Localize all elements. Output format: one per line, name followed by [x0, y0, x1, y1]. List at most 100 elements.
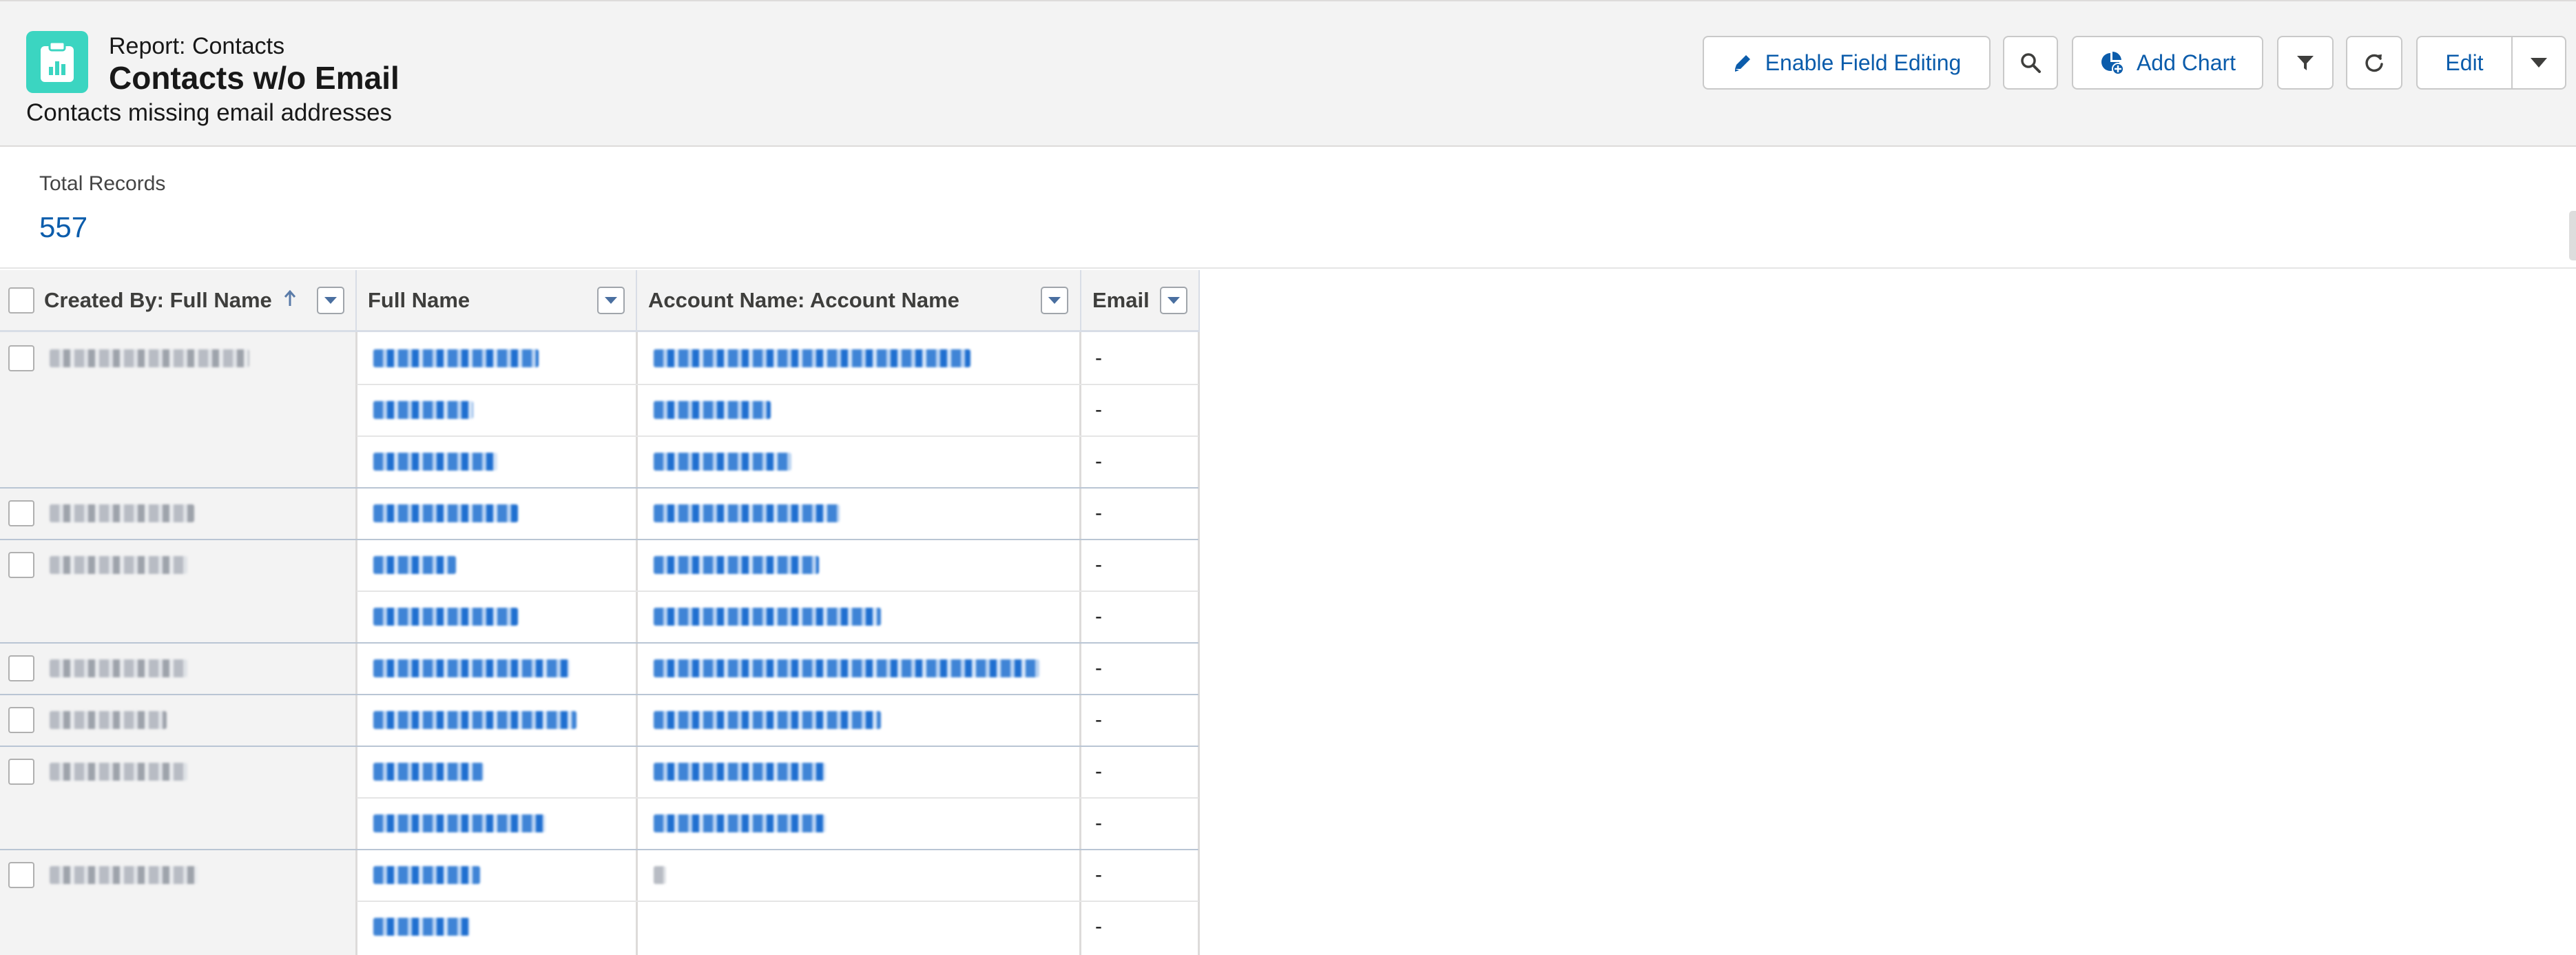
full-name-cell[interactable]: [358, 797, 636, 849]
column-header-full-name[interactable]: Full Name: [357, 270, 637, 332]
add-chart-label: Add Chart: [2136, 50, 2236, 75]
row-checkbox[interactable]: [8, 861, 34, 888]
total-records-label: Total Records: [39, 172, 166, 195]
redacted-text: [373, 659, 570, 677]
email-cell: -: [1081, 694, 1198, 746]
page-header: Report: Contacts Contacts w/o Email Cont…: [0, 0, 2576, 147]
row-checkbox[interactable]: [8, 345, 34, 371]
page-title: Contacts w/o Email: [109, 60, 399, 96]
edit-button[interactable]: Edit: [2416, 36, 2513, 90]
redacted-text: [373, 865, 480, 884]
summary-divider: [0, 267, 2576, 269]
side-panel-handle[interactable]: [2569, 211, 2576, 260]
column-menu-chevron-icon[interactable]: [1041, 287, 1068, 314]
account-name-cell[interactable]: [638, 435, 1079, 487]
email-cell: -: [1081, 642, 1198, 694]
account-name-cell[interactable]: [638, 642, 1079, 694]
full-name-cell[interactable]: [358, 694, 636, 746]
report-description: Contacts missing email addresses: [26, 99, 393, 126]
filter-button[interactable]: [2277, 36, 2334, 90]
redacted-text: [50, 710, 167, 729]
redacted-text: [654, 762, 826, 781]
redacted-text: [654, 659, 1039, 677]
redacted-text: [373, 400, 473, 419]
full-name-cell[interactable]: [358, 746, 636, 797]
full-name-cell[interactable]: [358, 642, 636, 694]
report-clipboard-icon: [26, 31, 88, 93]
email-value: -: [1095, 604, 1102, 628]
redacted-text: [654, 555, 819, 574]
account-name-cell[interactable]: [638, 591, 1079, 642]
email-value: -: [1095, 501, 1102, 524]
column-header-label: Full Name: [368, 287, 470, 312]
group-cell: [0, 332, 355, 384]
full-name-cell[interactable]: [358, 435, 636, 487]
redacted-text: [654, 452, 791, 471]
column-divider: [1198, 332, 1200, 955]
redacted-text: [654, 504, 840, 522]
full-name-cell[interactable]: [358, 332, 636, 384]
email-cell: -: [1081, 332, 1198, 384]
redacted-text: [50, 349, 249, 367]
redacted-text: [373, 555, 456, 574]
select-all-checkbox[interactable]: [8, 287, 34, 314]
column-header-account-name[interactable]: Account Name: Account Name: [637, 270, 1081, 332]
redacted-text: [50, 762, 187, 781]
account-name-cell[interactable]: [638, 332, 1079, 384]
redacted-text: [50, 659, 187, 677]
account-name-cell[interactable]: [638, 849, 1079, 901]
redacted-text: [373, 814, 546, 832]
full-name-cell[interactable]: [358, 384, 636, 435]
email-cell: -: [1081, 384, 1198, 435]
email-cell: -: [1081, 539, 1198, 591]
row-checkbox[interactable]: [8, 500, 34, 526]
email-value: -: [1095, 449, 1102, 473]
redacted-text: [654, 710, 881, 729]
row-checkbox[interactable]: [8, 758, 34, 785]
row-checkbox[interactable]: [8, 655, 34, 681]
row-checkbox[interactable]: [8, 706, 34, 733]
add-chart-button[interactable]: Add Chart: [2072, 36, 2263, 90]
total-records-value: 557: [39, 211, 88, 243]
column-header-created-by[interactable]: Created By: Full Name: [0, 270, 357, 332]
email-cell: -: [1081, 487, 1198, 539]
more-actions-dropdown[interactable]: [2511, 36, 2566, 90]
column-header-label: Created By: Full Name: [44, 287, 272, 312]
redacted-text: [373, 710, 577, 729]
account-name-cell: [638, 901, 1079, 952]
account-name-cell[interactable]: [638, 746, 1079, 797]
full-name-cell[interactable]: [358, 539, 636, 591]
email-cell: -: [1081, 797, 1198, 849]
group-cell: [0, 746, 355, 797]
refresh-button[interactable]: [2346, 36, 2402, 90]
account-name-cell[interactable]: [638, 539, 1079, 591]
account-name-cell[interactable]: [638, 487, 1079, 539]
search-button[interactable]: [2003, 36, 2058, 90]
account-name-cell[interactable]: [638, 797, 1079, 849]
email-cell: -: [1081, 746, 1198, 797]
column-menu-chevron-icon[interactable]: [317, 287, 344, 314]
email-value: -: [1095, 656, 1102, 679]
search-icon: [2019, 51, 2042, 74]
column-menu-chevron-icon[interactable]: [597, 287, 625, 314]
full-name-cell[interactable]: [358, 849, 636, 901]
account-name-cell[interactable]: [638, 694, 1079, 746]
column-menu-chevron-icon[interactable]: [1160, 287, 1187, 314]
full-name-cell[interactable]: [358, 591, 636, 642]
column-header-email[interactable]: Email: [1081, 270, 1200, 332]
sort-ascending-icon[interactable]: [283, 288, 297, 313]
enable-field-editing-button[interactable]: Enable Field Editing: [1703, 36, 1991, 90]
redacted-text: [373, 349, 539, 367]
filter-icon: [2295, 52, 2316, 73]
full-name-cell[interactable]: [358, 901, 636, 952]
row-checkbox[interactable]: [8, 551, 34, 578]
full-name-cell[interactable]: [358, 487, 636, 539]
account-name-cell[interactable]: [638, 384, 1079, 435]
redacted-text: [654, 607, 881, 626]
redacted-text: [373, 607, 518, 626]
column-divider: [636, 332, 638, 955]
object-label: Report: Contacts: [109, 33, 285, 59]
group-cell: [0, 539, 355, 591]
email-cell: -: [1081, 591, 1198, 642]
email-value: -: [1095, 914, 1102, 938]
